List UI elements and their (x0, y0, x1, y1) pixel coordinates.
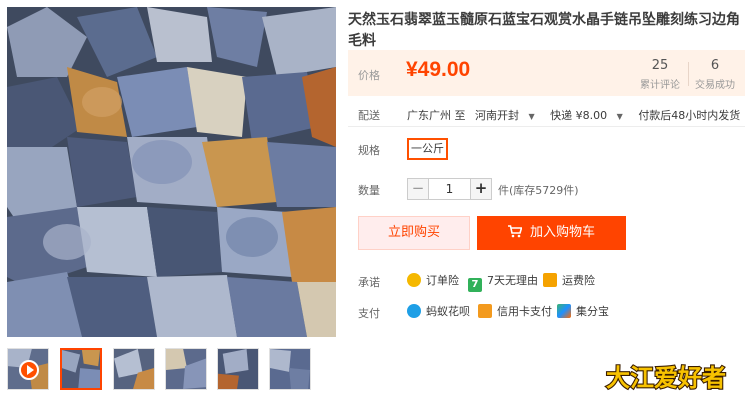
seven-day-icon: 7 (468, 278, 482, 292)
ship-method: 快递 ¥8.00 (550, 109, 608, 122)
ship-to: 河南开封 (475, 109, 519, 122)
thumbnail-3[interactable] (165, 348, 207, 390)
shield-icon (407, 273, 421, 287)
price-box: 价格 ¥49.00 25 累计评论 6 交易成功 (348, 50, 745, 96)
promise-shipping-insurance[interactable]: 运费险 (543, 272, 595, 288)
thumbnail-4[interactable] (217, 348, 259, 390)
promise-item-label: 运费险 (562, 274, 595, 287)
promise-item-label: 7天无理由 (487, 274, 538, 287)
payment-item-label: 蚂蚁花呗 (426, 305, 470, 318)
huabei-icon (407, 304, 421, 318)
play-icon (19, 360, 39, 380)
promise-item-label: 订单险 (426, 274, 459, 287)
ship-from: 广东广州 至 (407, 109, 466, 122)
spec-label: 规格 (358, 144, 380, 157)
add-to-cart-label: 加入购物车 (529, 225, 595, 240)
sales-count: 6 (710, 58, 720, 73)
stat-divider (688, 62, 689, 86)
promise-label: 承诺 (358, 276, 380, 289)
watermark-logo: 大江爱好者 (605, 363, 727, 393)
ship-dispatch: 付款后48小时内发货 (638, 109, 741, 122)
thumbnail-video[interactable] (7, 348, 49, 390)
thumbnail-image (114, 349, 154, 389)
freight-insurance-icon (543, 273, 557, 287)
ship-method-select[interactable]: 快递 ¥8.00 ▼ (550, 109, 629, 122)
payment-credit-card[interactable]: 信用卡支付 (478, 303, 552, 319)
watermark-text: 大江爱好者 (606, 364, 726, 392)
jifenbao-icon (557, 304, 571, 318)
review-label: 累计评论 (640, 80, 680, 91)
thumbnail-image (62, 350, 100, 388)
shipping-row: 广东广州 至 河南开封 ▼ 快递 ¥8.00 ▼ 付款后48小时内发货 (407, 107, 746, 123)
chevron-down-icon: ▼ (616, 112, 623, 121)
payment-huabei[interactable]: 蚂蚁花呗 (407, 303, 470, 319)
payment-label: 支付 (358, 307, 380, 320)
ship-to-select[interactable]: 河南开封 ▼ (475, 109, 541, 122)
promise-7day-return[interactable]: 7 7天无理由 (468, 272, 538, 292)
payment-item-label: 信用卡支付 (497, 305, 552, 318)
thumbnail-image (270, 349, 310, 389)
thumbnail-1[interactable] (60, 348, 102, 390)
chevron-down-icon: ▼ (528, 112, 535, 121)
thumbnail-2[interactable] (113, 348, 155, 390)
stones-illustration (7, 7, 336, 337)
buy-now-button[interactable]: 立即购买 (358, 216, 470, 250)
divider (348, 126, 745, 127)
add-to-cart-button[interactable]: 加入购物车 (477, 216, 626, 250)
product-title: 天然玉石翡翠蓝玉髓原石蓝宝石观赏水晶手链吊坠雕刻练习边角毛料 (348, 12, 740, 49)
quantity-label: 数量 (358, 184, 380, 197)
product-main-image[interactable] (7, 7, 336, 337)
cart-icon (507, 225, 522, 238)
price-label: 价格 (358, 69, 380, 82)
credit-card-icon (478, 304, 492, 318)
spec-option[interactable]: 一公斤 (407, 138, 448, 160)
quantity-input[interactable]: 1 (428, 178, 471, 200)
price-value: ¥49.00 (406, 58, 471, 81)
quantity-increase-button[interactable]: + (470, 178, 492, 200)
sales-stat: 6 交易成功 (691, 58, 739, 91)
sales-label: 交易成功 (695, 80, 735, 91)
stock-text: 件(库存5729件) (498, 184, 579, 197)
quantity-decrease-button[interactable]: − (407, 178, 429, 200)
payment-jifenbao[interactable]: 集分宝 (557, 303, 609, 319)
thumbnail-5[interactable] (269, 348, 311, 390)
payment-item-label: 集分宝 (576, 305, 609, 318)
promise-order-insurance[interactable]: 订单险 (407, 272, 459, 288)
review-stat[interactable]: 25 累计评论 (636, 58, 684, 91)
thumbnail-strip (7, 348, 347, 392)
review-count: 25 (651, 58, 669, 73)
thumbnail-image (218, 349, 258, 389)
thumbnail-image (166, 349, 206, 389)
shipping-label: 配送 (358, 109, 380, 122)
